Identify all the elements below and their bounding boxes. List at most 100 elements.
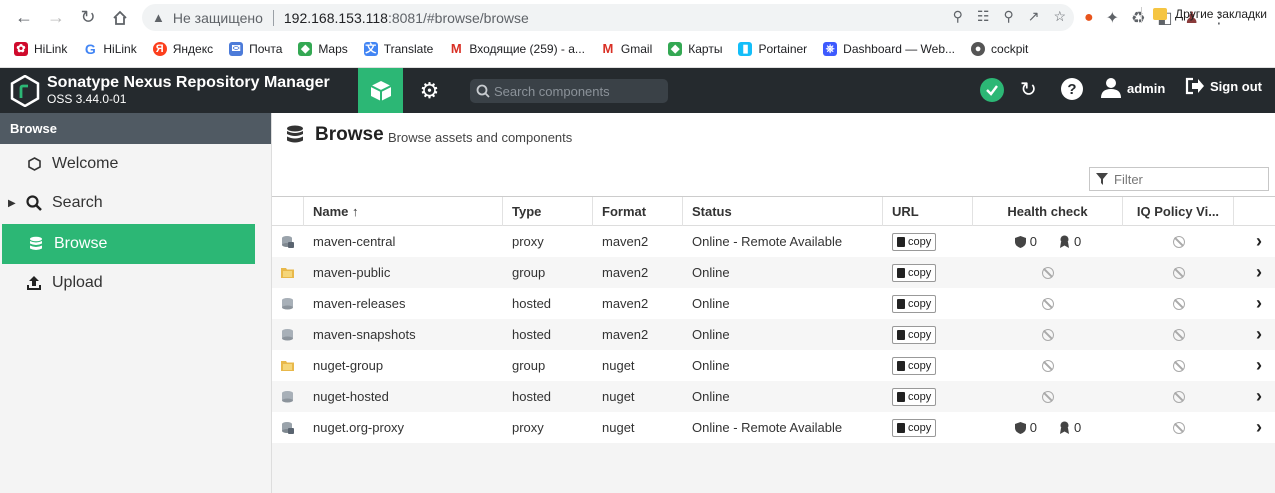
chevron-right-icon[interactable]: › bbox=[1256, 355, 1262, 376]
app-version: OSS 3.44.0-01 bbox=[47, 92, 127, 106]
share-icon[interactable]: ↗ bbox=[1028, 8, 1040, 25]
copy-url-button[interactable]: copy bbox=[892, 294, 937, 313]
chevron-right-icon[interactable]: › bbox=[1256, 417, 1262, 438]
database-icon bbox=[26, 236, 46, 252]
bookmark-mail[interactable]: ✉ Почта bbox=[229, 42, 282, 56]
filter-field[interactable] bbox=[1089, 167, 1269, 191]
copy-url-button[interactable]: copy bbox=[892, 232, 937, 251]
search-components-input[interactable] bbox=[494, 83, 664, 99]
table-row[interactable]: nuget.org-proxy proxy nuget Online - Remote… bbox=[272, 412, 1275, 443]
bookmark-maps[interactable]: ◆ Maps bbox=[298, 42, 348, 56]
bookmark-gmail[interactable]: M Gmail bbox=[600, 42, 652, 56]
not-available-icon bbox=[1172, 390, 1185, 403]
address-bar[interactable]: ▲ Не защищено 192.168.153.118:8081/#brow… bbox=[142, 4, 1074, 31]
health-check-cell bbox=[973, 381, 1123, 412]
health-check-values[interactable]: 00 bbox=[1014, 420, 1081, 435]
copy-url-button[interactable]: copy bbox=[892, 325, 937, 344]
sidebar: Browse Welcome ▶ Search Browse Upload bbox=[0, 113, 272, 493]
copy-url-button[interactable]: copy bbox=[892, 387, 937, 406]
column-iq-policy[interactable]: IQ Policy Vi... bbox=[1123, 197, 1234, 226]
chevron-right-icon[interactable]: › bbox=[1256, 324, 1262, 345]
bookmark-dashboard[interactable]: ⎈ Dashboard — Web... bbox=[823, 42, 955, 56]
hosted-repo-icon bbox=[281, 390, 294, 403]
clipboard-icon bbox=[897, 422, 905, 433]
sign-out-label: Sign out bbox=[1210, 78, 1262, 94]
column-format[interactable]: Format bbox=[593, 197, 683, 226]
browse-mode-tab[interactable] bbox=[358, 68, 403, 113]
url-text[interactable]: 192.168.153.118:8081/#browse/browse bbox=[284, 10, 529, 26]
extensions-puzzle-icon[interactable]: ♻ bbox=[1131, 8, 1145, 28]
bookmark-yandex[interactable]: Я Яндекс bbox=[152, 42, 213, 56]
main-content: Browse Browse assets and components Name… bbox=[272, 113, 1275, 493]
copy-url-button[interactable]: copy bbox=[892, 418, 937, 437]
sign-out-button[interactable]: Sign out bbox=[1185, 77, 1262, 95]
table-row[interactable]: nuget-hosted hosted nuget Online copy › bbox=[272, 381, 1275, 412]
expand-caret-icon[interactable]: ▶ bbox=[8, 198, 18, 209]
app-title: Sonatype Nexus Repository Manager bbox=[47, 74, 330, 91]
key-icon[interactable]: ⚲ bbox=[953, 8, 963, 25]
star-icon[interactable]: ☆ bbox=[1053, 8, 1066, 25]
repo-type: proxy bbox=[512, 234, 544, 249]
copy-url-button[interactable]: copy bbox=[892, 356, 937, 375]
translate-page-icon[interactable]: ☷ bbox=[977, 8, 990, 25]
filter-input[interactable] bbox=[1114, 171, 1264, 187]
column-name[interactable]: Name ↑ bbox=[304, 197, 503, 226]
table-row[interactable]: maven-releases hosted maven2 Online copy › bbox=[272, 288, 1275, 319]
help-icon[interactable]: ? bbox=[1061, 78, 1083, 100]
sidebar-item-browse[interactable]: Browse bbox=[2, 224, 255, 264]
chevron-right-icon[interactable]: › bbox=[1256, 231, 1262, 252]
sidebar-item-search[interactable]: ▶ Search bbox=[0, 183, 255, 223]
refresh-icon[interactable]: ↻ bbox=[1020, 77, 1037, 102]
sidebar-item-welcome[interactable]: Welcome bbox=[0, 144, 255, 184]
bookmark-hilink-google[interactable]: G HiLink bbox=[83, 42, 137, 56]
column-status[interactable]: Status bbox=[683, 197, 883, 226]
repo-status: Online bbox=[692, 265, 730, 280]
search-components[interactable] bbox=[470, 79, 668, 103]
bookmark-label: Maps bbox=[318, 42, 348, 56]
iq-policy-cell bbox=[1123, 288, 1234, 319]
extension-tool-icon[interactable]: ✦ bbox=[1106, 8, 1119, 28]
column-type[interactable]: Type bbox=[503, 197, 593, 226]
zoom-icon[interactable]: ⚲ bbox=[1003, 8, 1013, 25]
other-bookmarks[interactable]: Другие закладки bbox=[1153, 7, 1267, 21]
column-url[interactable]: URL bbox=[883, 197, 973, 226]
table-row[interactable]: maven-public group maven2 Online copy › bbox=[272, 257, 1275, 288]
not-available-icon bbox=[1042, 359, 1054, 372]
extension-fire-icon[interactable]: ● bbox=[1084, 9, 1094, 27]
clipboard-icon bbox=[897, 360, 905, 371]
home-icon[interactable] bbox=[104, 0, 136, 35]
sign-out-icon bbox=[1185, 77, 1204, 95]
user-menu[interactable]: admin bbox=[1100, 77, 1165, 99]
bookmark-cockpit[interactable]: ● cockpit bbox=[971, 42, 1028, 56]
sidebar-item-upload[interactable]: Upload bbox=[0, 263, 255, 303]
bookmark-inbox[interactable]: M Входящие (259) - a... bbox=[449, 42, 585, 56]
iq-policy-cell bbox=[1123, 412, 1234, 443]
table-row[interactable]: maven-snapshots hosted maven2 Online copy › bbox=[272, 319, 1275, 350]
reload-icon[interactable]: ↻ bbox=[72, 0, 104, 35]
grid-header: Name ↑ Type Format Status URL Health che… bbox=[272, 197, 1275, 226]
repo-url-cell: copy bbox=[883, 226, 973, 257]
chevron-right-icon[interactable]: › bbox=[1256, 293, 1262, 314]
hosted-repo-icon bbox=[281, 297, 294, 310]
bookmark-hilink-huawei[interactable]: ✿ HiLink bbox=[14, 42, 67, 56]
admin-gear-icon[interactable]: ⚙ bbox=[417, 78, 442, 103]
filter-icon bbox=[1096, 173, 1108, 185]
iq-policy-cell bbox=[1123, 350, 1234, 381]
nexus-logo-icon[interactable] bbox=[10, 75, 40, 107]
column-health-check[interactable]: Health check bbox=[973, 197, 1123, 226]
maps-icon: ◆ bbox=[298, 42, 313, 56]
table-row[interactable]: nuget-group group nuget Online copy › bbox=[272, 350, 1275, 381]
health-check-values[interactable]: 00 bbox=[1014, 234, 1081, 249]
forward-icon[interactable]: → bbox=[40, 0, 72, 35]
bookmark-karty[interactable]: ◆ Карты bbox=[668, 42, 722, 56]
system-status-check-icon[interactable] bbox=[980, 78, 1004, 102]
bookmark-label: Portainer bbox=[758, 42, 808, 56]
copy-url-button[interactable]: copy bbox=[892, 263, 937, 282]
copy-label: copy bbox=[908, 266, 932, 279]
back-icon[interactable]: ← bbox=[8, 0, 40, 35]
bookmark-portainer[interactable]: ▮ Portainer bbox=[738, 42, 807, 56]
chevron-right-icon[interactable]: › bbox=[1256, 262, 1262, 283]
bookmark-translate[interactable]: 文 Translate bbox=[363, 42, 433, 56]
table-row[interactable]: maven-central proxy maven2 Online - Remote … bbox=[272, 226, 1275, 257]
chevron-right-icon[interactable]: › bbox=[1256, 386, 1262, 407]
